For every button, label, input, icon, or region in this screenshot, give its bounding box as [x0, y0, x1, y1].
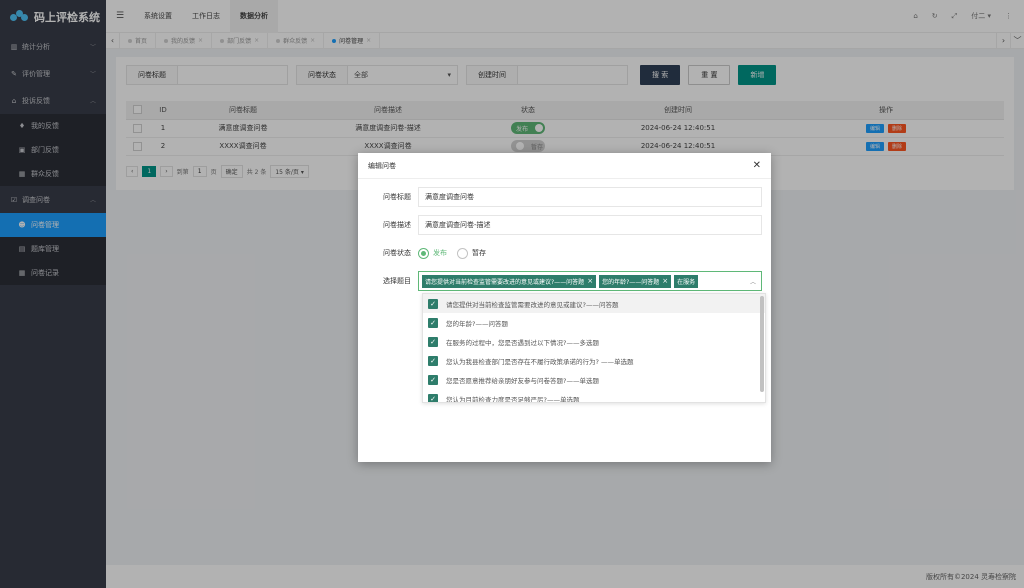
close-icon[interactable]: ✕: [753, 160, 761, 171]
form-row-desc: 问卷描述 满意度调查问卷-描述: [368, 215, 762, 235]
option-label: 请您提供对当前检查监管需要改进的意见或建议?——问答题: [446, 300, 619, 309]
checkbox-checked-icon: ✓: [428, 393, 438, 402]
form-row-questions: 选择题目 请您提供对当前检查监管需要改进的意见或建议?——问答题 × 您的年龄?—…: [368, 271, 762, 291]
form-label: 选择题目: [383, 277, 411, 285]
dialog-title: 编辑问卷: [368, 161, 396, 170]
checkbox-checked-icon: ✓: [428, 336, 438, 347]
selected-tag: 在服务: [674, 274, 699, 288]
chevron-up-icon: ︿: [749, 279, 756, 286]
checkbox-checked-icon: ✓: [428, 374, 438, 385]
dropdown-scrollbar[interactable]: [760, 296, 764, 392]
selected-tag: 您的年龄?——问答题 ×: [599, 274, 672, 288]
dialog-header: 编辑问卷 ✕: [358, 153, 771, 179]
checkbox-checked-icon: ✓: [428, 355, 438, 366]
radio-circle: [457, 247, 468, 259]
survey-title-input[interactable]: 满意度调查问卷: [418, 187, 762, 207]
tag-label: 在服务: [677, 278, 696, 286]
tag-label: 请您提供对当前检查监管需要改进的意见或建议?——问答题: [425, 278, 585, 286]
option-label: 您是否愿意推荐给亲朋好友参与问卷答题?——单选题: [446, 376, 599, 385]
form-row-status: 问卷状态 发布 暂存: [368, 243, 496, 263]
tag-label: 您的年龄?——问答题: [602, 278, 660, 286]
checkbox-checked-icon: ✓: [428, 298, 438, 309]
option-label: 您认为目前检查力度是否足够严厉?——单选题: [446, 395, 580, 403]
radio-label: 暂存: [472, 249, 486, 257]
status-radio-publish[interactable]: 发布: [418, 247, 447, 259]
form-label: 问卷描述: [383, 221, 411, 229]
selected-tag: 请您提供对当前检查监管需要改进的意见或建议?——问答题 ×: [422, 274, 597, 288]
form-label: 问卷状态: [383, 249, 411, 257]
question-option[interactable]: ✓ 您的年龄?——问答题: [423, 313, 765, 332]
survey-desc-input[interactable]: 满意度调查问卷-描述: [418, 215, 762, 235]
checkbox-checked-icon: ✓: [428, 317, 438, 328]
tag-remove-icon[interactable]: ×: [587, 277, 593, 285]
question-option[interactable]: ✓ 您认为目前检查力度是否足够严厉?——单选题: [423, 389, 765, 403]
radio-label: 发布: [433, 249, 447, 257]
edit-survey-dialog: 编辑问卷 ✕ 问卷标题 满意度调查问卷 问卷描述 满意度调查问卷-描述 问卷状态…: [358, 153, 771, 462]
question-option[interactable]: ✓ 请您提供对当前检查监管需要改进的意见或建议?——问答题: [423, 294, 765, 313]
status-radio-draft[interactable]: 暂存: [457, 247, 486, 259]
option-label: 您认为我县检查部门是否存在不履行政策承诺的行为? ——单选题: [446, 357, 634, 366]
option-label: 您的年龄?——问答题: [446, 319, 508, 328]
option-label: 在服务的过程中，您是否遇到过以下情况?——多选题: [446, 338, 599, 347]
question-multiselect[interactable]: 请您提供对当前检查监管需要改进的意见或建议?——问答题 × 您的年龄?——问答题 ×…: [418, 271, 762, 291]
form-label: 问卷标题: [383, 193, 411, 201]
question-option[interactable]: ✓ 您是否愿意推荐给亲朋好友参与问卷答题?——单选题: [423, 370, 765, 389]
question-option[interactable]: ✓ 在服务的过程中，您是否遇到过以下情况?——多选题: [423, 332, 765, 351]
question-option[interactable]: ✓ 您认为我县检查部门是否存在不履行政策承诺的行为? ——单选题: [423, 351, 765, 370]
form-row-title: 问卷标题 满意度调查问卷: [368, 187, 762, 207]
tag-remove-icon[interactable]: ×: [662, 277, 668, 285]
question-dropdown: ✓ 请您提供对当前检查监管需要改进的意见或建议?——问答题 ✓ 您的年龄?——问答题…: [422, 293, 766, 403]
radio-circle: [418, 247, 429, 259]
